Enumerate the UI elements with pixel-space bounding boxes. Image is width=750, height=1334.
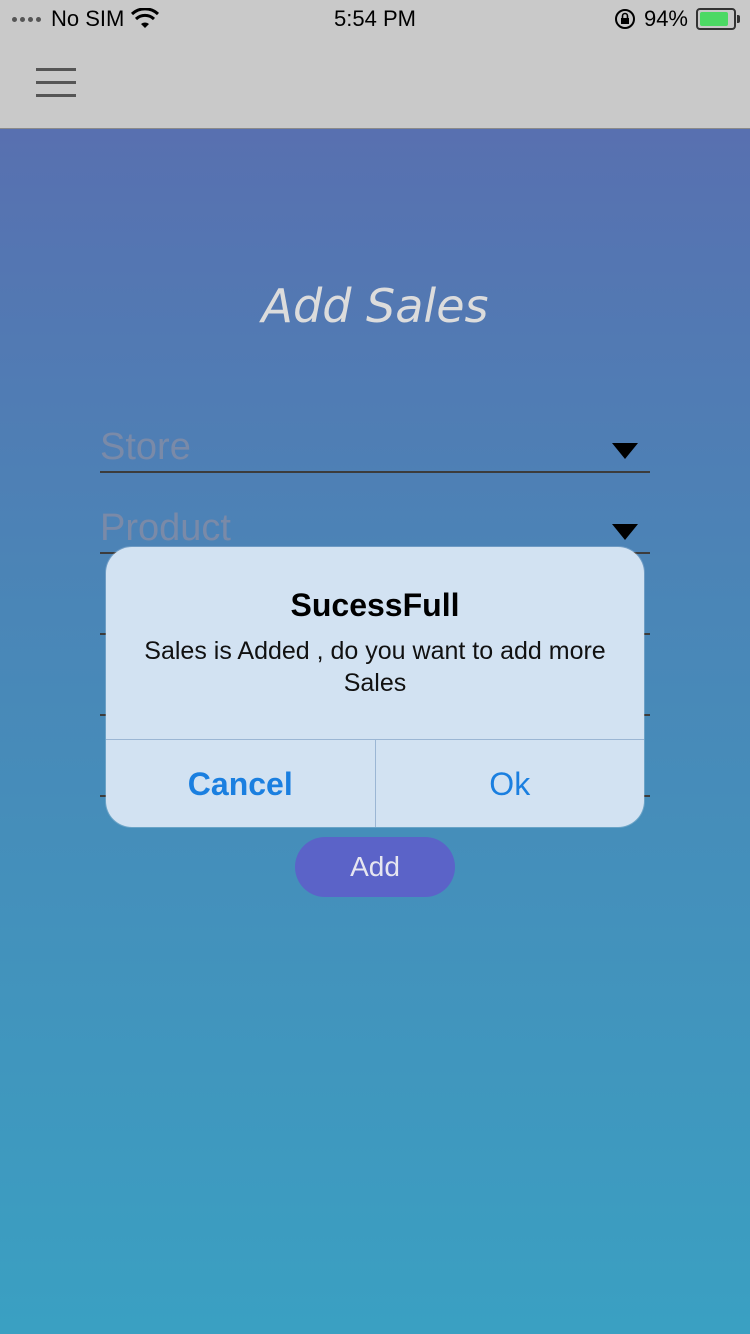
cancel-button[interactable]: Cancel [106,740,376,827]
product-label: Product [100,507,231,549]
alert-message: Sales is Added , do you want to add more… [144,637,606,697]
alert-title: SucessFull [290,587,460,623]
store-dropdown[interactable]: Store [100,426,650,473]
alert-buttons: Cancel Ok [106,739,644,827]
page-title: Add Sales [261,279,489,333]
add-button[interactable]: Add [295,837,455,897]
status-right: 94% [614,6,740,32]
top-bar: No SIM 5:54 PM 94% [0,0,750,129]
dropdown-arrow-icon[interactable] [612,443,638,459]
status-bar: No SIM 5:54 PM 94% [0,0,750,40]
battery-percent: 94% [643,6,688,31]
rotation-lock-icon [614,9,635,29]
battery-charging-icon [696,8,740,30]
success-alert: SucessFull Sales is Added , do you want … [106,547,644,827]
ok-button[interactable]: Ok [376,740,645,827]
dropdown-arrow-icon[interactable] [612,524,638,540]
hamburger-icon[interactable] [36,68,76,97]
store-label: Store [100,426,191,468]
